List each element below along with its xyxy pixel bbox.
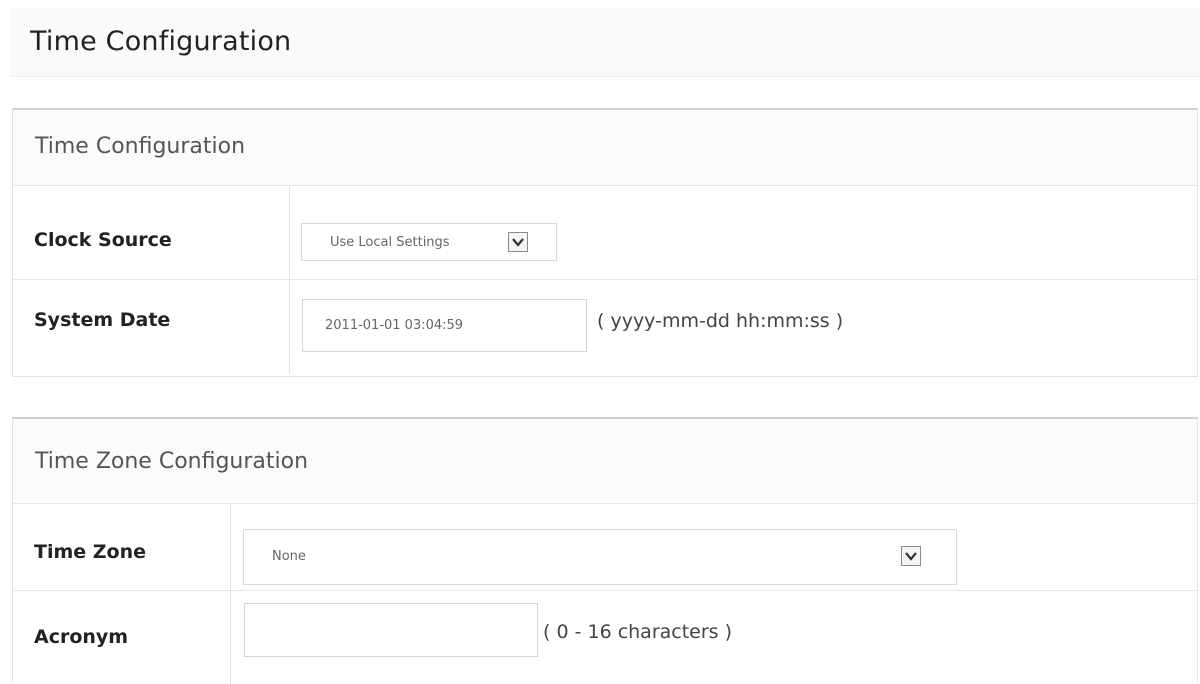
clock-source-select[interactable]: Use Local Settings bbox=[301, 223, 557, 261]
chevron-down-icon[interactable] bbox=[901, 546, 921, 566]
system-date-input[interactable] bbox=[302, 299, 587, 352]
acronym-label: Acronym bbox=[34, 626, 129, 648]
cell-divider bbox=[230, 504, 231, 590]
cell-divider bbox=[289, 186, 290, 279]
system-date-format-hint: ( yyyy-mm-dd hh:mm:ss ) bbox=[597, 310, 844, 332]
page-title: Time Configuration bbox=[30, 26, 292, 57]
panel-title: Time Configuration bbox=[35, 134, 246, 159]
time-zone-configuration-panel: Time Zone Configuration Time Zone None A… bbox=[12, 417, 1198, 684]
system-date-row: System Date ( yyyy-mm-dd hh:mm:ss ) bbox=[13, 280, 1197, 374]
acronym-length-hint: ( 0 - 16 characters ) bbox=[543, 621, 733, 643]
time-zone-row: Time Zone None bbox=[13, 504, 1197, 591]
clock-source-value: Use Local Settings bbox=[330, 235, 450, 250]
clock-source-label: Clock Source bbox=[34, 229, 172, 251]
time-zone-value: None bbox=[272, 549, 306, 564]
chevron-down-icon[interactable] bbox=[508, 232, 528, 252]
time-zone-select[interactable]: None bbox=[243, 529, 957, 585]
cell-divider bbox=[289, 280, 290, 374]
page-title-bar: Time Configuration bbox=[10, 8, 1200, 77]
panel-header: Time Configuration bbox=[13, 110, 1197, 186]
panel-header: Time Zone Configuration bbox=[13, 419, 1197, 504]
clock-source-row: Clock Source Use Local Settings bbox=[13, 186, 1197, 280]
cell-divider bbox=[230, 591, 231, 684]
acronym-input[interactable] bbox=[244, 603, 538, 657]
time-zone-label: Time Zone bbox=[34, 541, 147, 563]
acronym-row: Acronym ( 0 - 16 characters ) bbox=[13, 591, 1197, 684]
system-date-label: System Date bbox=[34, 309, 171, 331]
panel-title: Time Zone Configuration bbox=[35, 449, 309, 474]
time-configuration-panel: Time Configuration Clock Source Use Loca… bbox=[12, 108, 1198, 377]
